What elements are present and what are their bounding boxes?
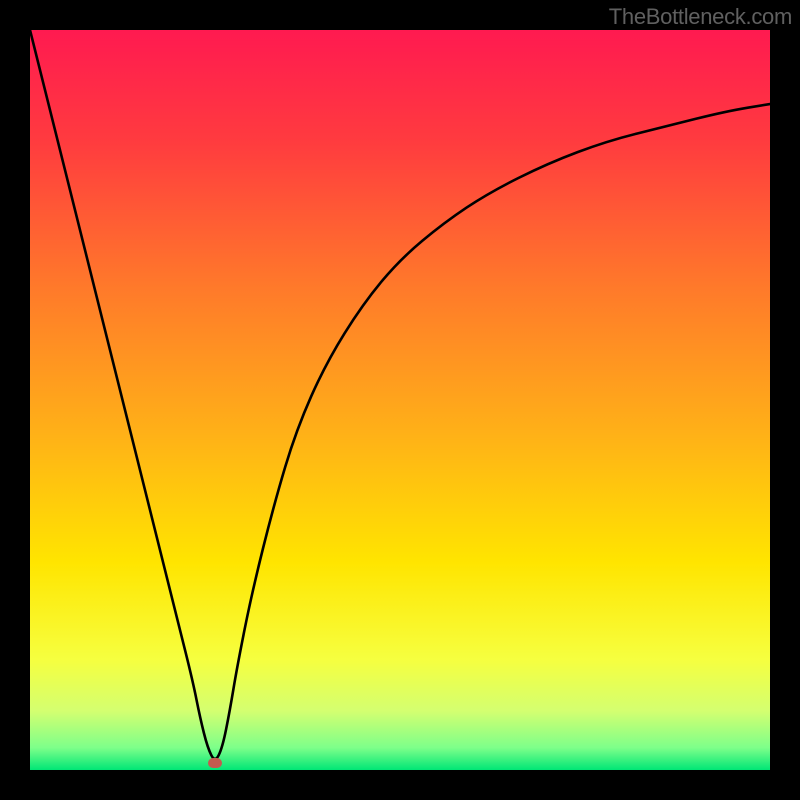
minimum-marker xyxy=(208,758,222,768)
watermark-text: TheBottleneck.com xyxy=(609,4,792,30)
bottleneck-curve xyxy=(30,30,770,770)
plot-area xyxy=(30,30,770,770)
chart-frame: TheBottleneck.com xyxy=(0,0,800,800)
